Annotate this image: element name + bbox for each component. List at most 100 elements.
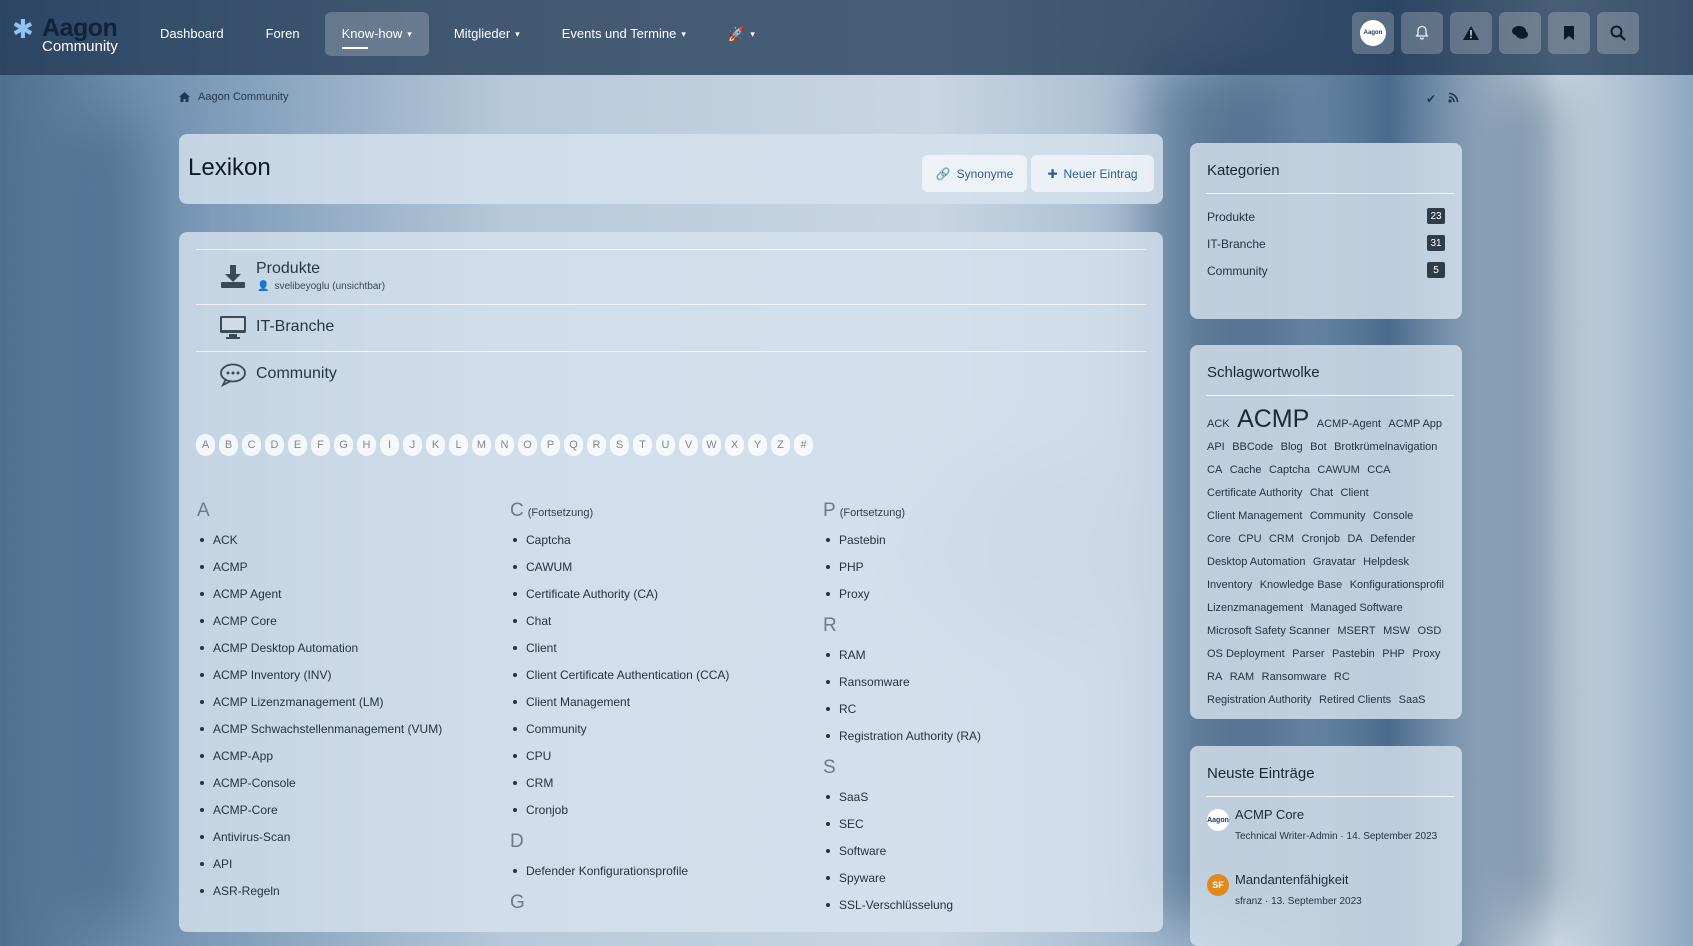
nav-foren[interactable]: Foren: [249, 12, 317, 56]
letter-filter-h[interactable]: H: [357, 434, 376, 456]
list-item[interactable]: RC: [823, 699, 981, 726]
list-item[interactable]: Software: [823, 841, 981, 868]
new-entry-button[interactable]: ✚ Neuer Eintrag: [1031, 155, 1154, 192]
list-item[interactable]: ACMP-Console: [197, 773, 442, 800]
letter-filter-i[interactable]: I: [380, 434, 399, 456]
letter-filter-t[interactable]: T: [633, 434, 652, 456]
letter-filter-e[interactable]: E: [288, 434, 307, 456]
tag-link[interactable]: CCA: [1367, 464, 1390, 476]
home-icon[interactable]: [179, 92, 190, 102]
tag-link[interactable]: OSD: [1417, 625, 1441, 637]
letter-filter-r[interactable]: R: [587, 434, 606, 456]
category-name[interactable]: Produkte: [256, 260, 320, 278]
nav-events[interactable]: Events und Termine ▾: [545, 12, 703, 56]
tag-link[interactable]: RAM: [1230, 671, 1254, 683]
sidebar-category-it-branche[interactable]: IT-Branche 31: [1207, 235, 1445, 251]
list-item[interactable]: SSL-Verschlüsselung: [823, 895, 981, 922]
list-item[interactable]: ASR-Regeln: [197, 881, 442, 908]
list-item[interactable]: Chat: [510, 611, 729, 638]
conversations-button[interactable]: [1499, 12, 1541, 54]
tag-link[interactable]: RA: [1207, 671, 1222, 683]
letter-filter-hash[interactable]: #: [794, 434, 813, 456]
list-item[interactable]: ACK: [197, 530, 442, 557]
tag-link[interactable]: Client Management: [1207, 510, 1302, 522]
list-item[interactable]: CPU: [510, 746, 729, 773]
tag-link[interactable]: API: [1207, 441, 1225, 453]
category-label[interactable]: IT-Branche: [1207, 237, 1266, 251]
tag-link[interactable]: ACMP: [1237, 405, 1309, 433]
list-item[interactable]: Client Management: [510, 692, 729, 719]
moderation-button[interactable]: [1450, 12, 1492, 54]
tag-link[interactable]: Community: [1310, 510, 1366, 522]
notifications-button[interactable]: [1401, 12, 1443, 54]
category-name[interactable]: IT-Branche: [256, 318, 334, 336]
letter-filter-s[interactable]: S: [610, 434, 629, 456]
letter-filter-w[interactable]: W: [702, 434, 721, 456]
avatar[interactable]: SF: [1207, 874, 1229, 896]
tag-link[interactable]: ACMP-Agent: [1317, 418, 1381, 430]
list-item[interactable]: Community: [510, 719, 729, 746]
tag-link[interactable]: Inventory: [1207, 579, 1252, 591]
list-item[interactable]: ACMP Lizenzmanagement (LM): [197, 692, 442, 719]
tag-link[interactable]: CA: [1207, 464, 1222, 476]
tag-link[interactable]: CAWUM: [1317, 464, 1359, 476]
owner-link[interactable]: svelibeyoglu (unsichtbar): [274, 281, 385, 292]
site-logo[interactable]: ✱ Aagon Community: [12, 12, 122, 56]
nav-rocket-menu[interactable]: 🚀 ▾: [711, 12, 772, 56]
nav-dashboard[interactable]: Dashboard: [143, 12, 241, 56]
list-item[interactable]: API: [197, 854, 442, 881]
tag-link[interactable]: CPU: [1238, 533, 1261, 545]
tag-link[interactable]: Proxy: [1412, 648, 1440, 660]
tag-link[interactable]: PHP: [1382, 648, 1405, 660]
tag-link[interactable]: Registration Authority: [1207, 694, 1312, 706]
tag-link[interactable]: MSW: [1383, 625, 1410, 637]
list-item[interactable]: PHP: [823, 557, 981, 584]
category-label[interactable]: Community: [1207, 264, 1268, 278]
tag-link[interactable]: CRM: [1269, 533, 1294, 545]
list-item[interactable]: Captcha: [510, 530, 729, 557]
category-label[interactable]: Produkte: [1207, 210, 1255, 224]
letter-filter-c[interactable]: C: [242, 434, 261, 456]
check-icon[interactable]: ✔: [1426, 92, 1436, 106]
tag-link[interactable]: Chat: [1310, 487, 1333, 499]
letter-filter-n[interactable]: N: [495, 434, 514, 456]
synonyms-button[interactable]: 🔗 Synonyme: [922, 155, 1027, 192]
tag-link[interactable]: DA: [1347, 533, 1362, 545]
avatar[interactable]: Aagon: [1207, 809, 1229, 831]
list-item[interactable]: Client: [510, 638, 729, 665]
tag-link[interactable]: MSERT: [1337, 625, 1375, 637]
letter-filter-y[interactable]: Y: [748, 434, 767, 456]
list-item[interactable]: ACMP Core: [197, 611, 442, 638]
tag-link[interactable]: Ransomware: [1262, 671, 1327, 683]
list-item[interactable]: CRM: [510, 773, 729, 800]
tag-link[interactable]: Retired Clients: [1319, 694, 1391, 706]
list-item[interactable]: ACMP Schwachstellenmanagement (VUM): [197, 719, 442, 746]
tag-link[interactable]: Gravatar: [1313, 556, 1356, 568]
nav-mitglieder[interactable]: Mitglieder ▾: [437, 12, 537, 56]
tag-link[interactable]: Managed Software: [1310, 602, 1402, 614]
category-item-it-branche[interactable]: IT-Branche: [196, 304, 1146, 351]
user-menu-button[interactable]: Aagon: [1352, 12, 1394, 54]
letter-filter-o[interactable]: O: [518, 434, 537, 456]
tag-link[interactable]: ACMP App: [1388, 418, 1442, 430]
list-item[interactable]: Client Certificate Authentication (CCA): [510, 665, 729, 692]
search-button[interactable]: [1597, 12, 1639, 54]
list-item[interactable]: Spyware: [823, 868, 981, 895]
tag-link[interactable]: Pastebin: [1332, 648, 1375, 660]
tag-link[interactable]: OS Deployment: [1207, 648, 1285, 660]
letter-filter-z[interactable]: Z: [771, 434, 790, 456]
tag-link[interactable]: Desktop Automation: [1207, 556, 1305, 568]
tag-link[interactable]: Captcha: [1269, 464, 1310, 476]
nav-know-how[interactable]: Know-how ▾: [324, 12, 429, 56]
breadcrumb-link[interactable]: Aagon Community: [198, 91, 289, 103]
tag-link[interactable]: Parser: [1292, 648, 1324, 660]
letter-filter-j[interactable]: J: [403, 434, 422, 456]
letter-filter-p[interactable]: P: [541, 434, 560, 456]
tag-link[interactable]: ACK: [1207, 418, 1230, 430]
sidebar-category-produkte[interactable]: Produkte 23: [1207, 208, 1445, 224]
list-item[interactable]: SEC: [823, 814, 981, 841]
tag-link[interactable]: Defender: [1370, 533, 1415, 545]
tag-link[interactable]: Microsoft Safety Scanner: [1207, 625, 1330, 637]
list-item[interactable]: Proxy: [823, 584, 981, 611]
entry-title[interactable]: Mandantenfähigkeit: [1235, 872, 1348, 887]
